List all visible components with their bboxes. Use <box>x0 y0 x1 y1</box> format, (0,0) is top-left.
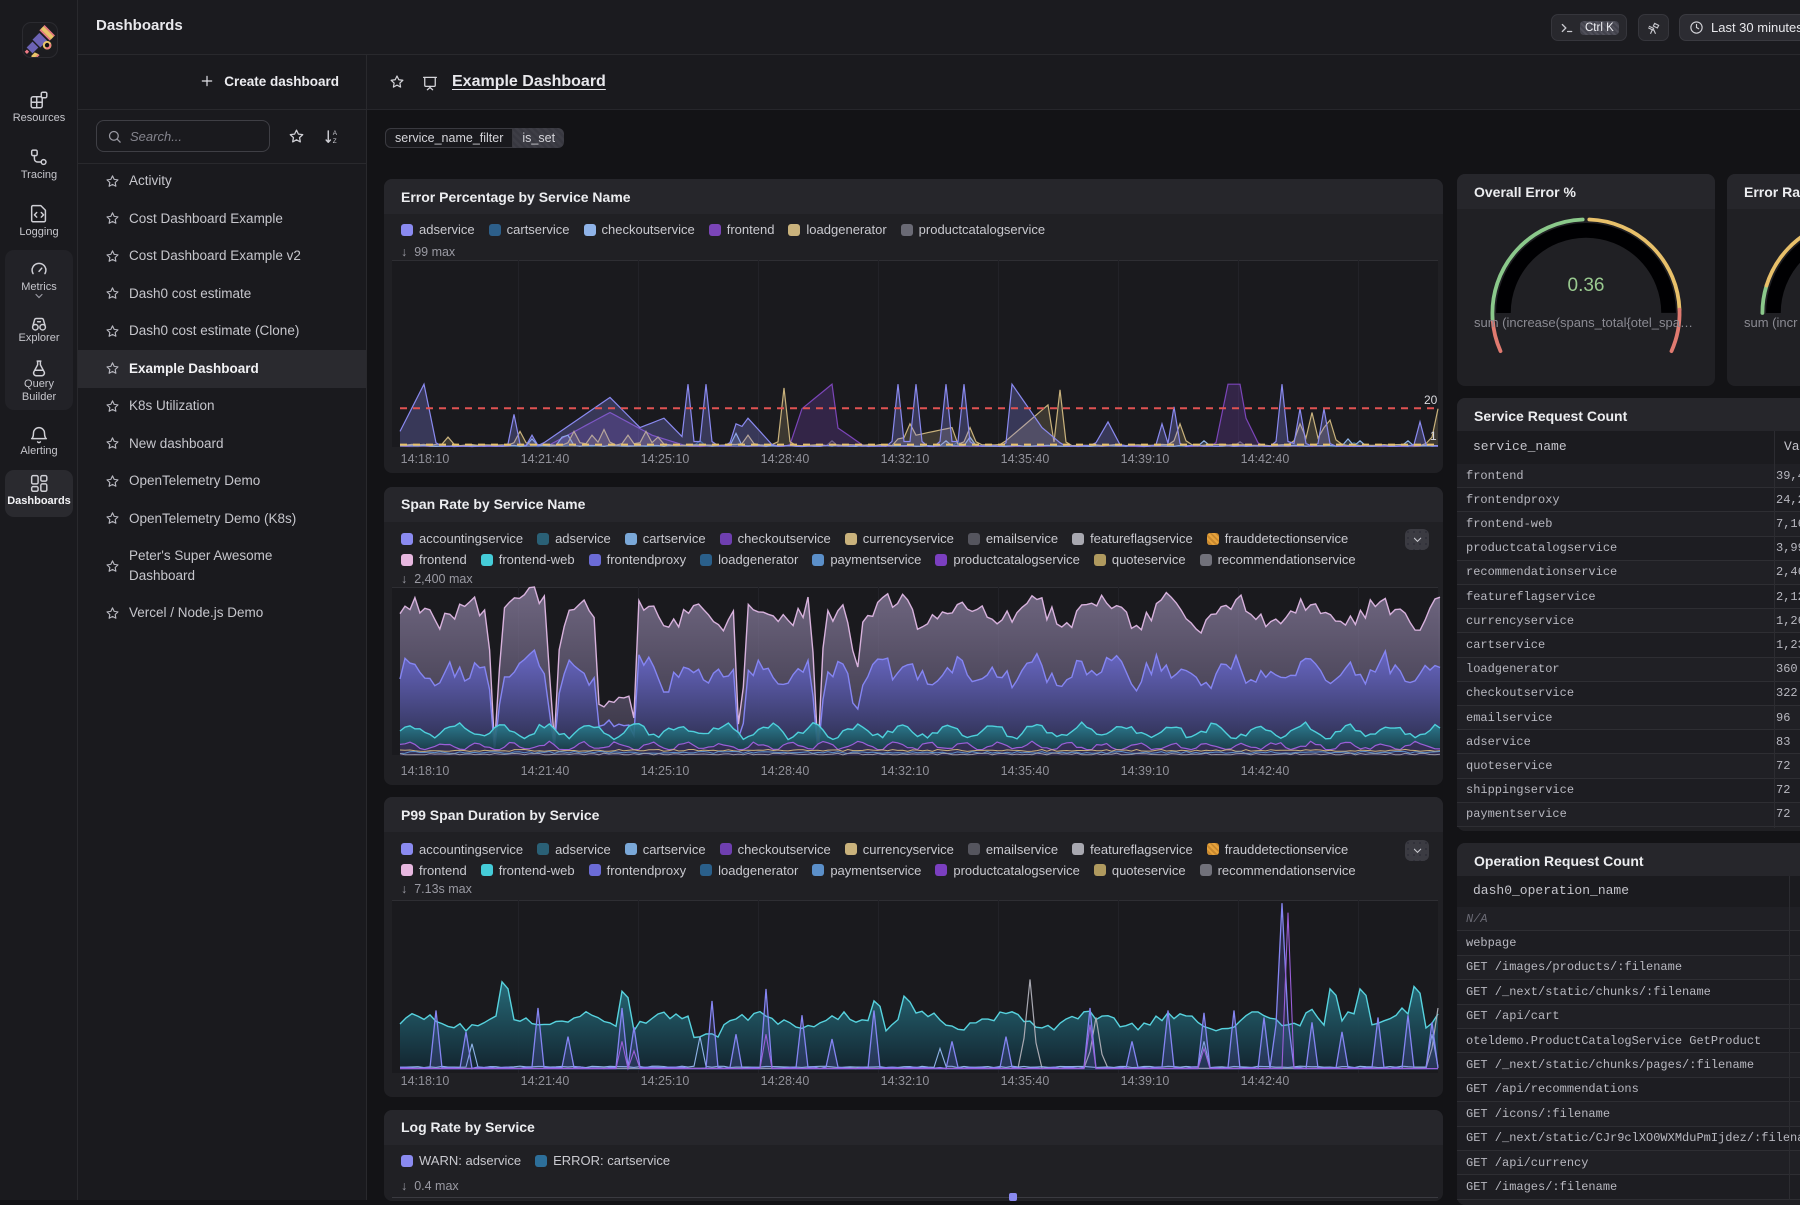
svg-text:A: A <box>333 130 338 137</box>
svg-text:0.36: 0.36 <box>1568 275 1605 296</box>
svg-text:1: 1 <box>1430 429 1437 443</box>
svg-text:20: 20 <box>1424 393 1438 407</box>
svg-text:Z: Z <box>333 138 337 145</box>
